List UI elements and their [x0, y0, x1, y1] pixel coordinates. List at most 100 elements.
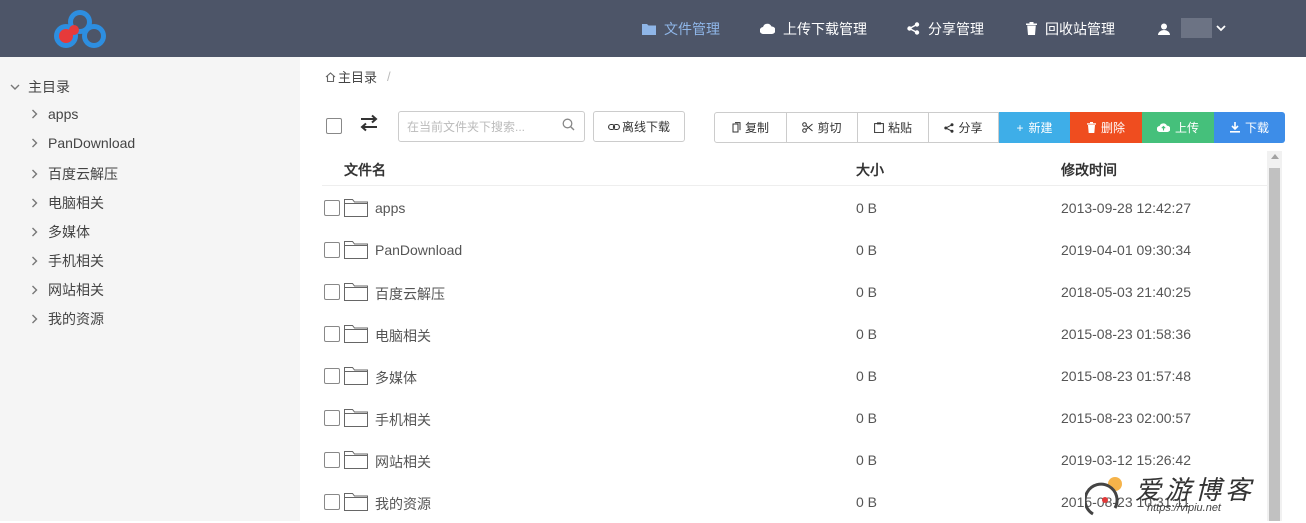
table-row[interactable]: PanDownload 0 B 2019-04-01 09:30:34 [322, 229, 1267, 271]
file-modified-time: 2015-08-23 02:00:57 [1061, 410, 1191, 426]
chevron-right-icon [32, 256, 38, 266]
share-button[interactable]: 分享 [928, 112, 999, 143]
file-name[interactable]: 多媒体 [375, 368, 417, 388]
table-row[interactable]: 手机相关 0 B 2015-08-23 02:00:57 [322, 397, 1267, 439]
delete-label: 删除 [1100, 121, 1125, 135]
folder-icon [344, 325, 368, 343]
tree-root-label: 主目录 [28, 79, 70, 95]
clipboard-icon [874, 122, 884, 133]
folder-icon [344, 409, 368, 427]
row-checkbox[interactable] [324, 368, 340, 384]
file-name[interactable]: 网站相关 [375, 452, 431, 472]
app-logo[interactable] [50, 6, 110, 52]
paste-button[interactable]: 粘贴 [857, 112, 929, 143]
tree-item[interactable]: apps [30, 106, 78, 122]
folder-icon [344, 493, 368, 511]
file-name[interactable]: 我的资源 [375, 494, 431, 514]
file-modified-time: 2015-08-23 01:58:36 [1061, 326, 1191, 342]
row-checkbox[interactable] [324, 242, 340, 258]
row-checkbox[interactable] [324, 326, 340, 342]
nav-label: 回收站管理 [1045, 20, 1115, 37]
file-name[interactable]: 百度云解压 [375, 284, 445, 304]
scroll-up-arrow-icon[interactable] [1271, 154, 1279, 159]
table-row[interactable]: apps 0 B 2013-09-28 12:42:27 [322, 187, 1267, 229]
column-header-size[interactable]: 大小 [856, 160, 884, 180]
tree-item[interactable]: 多媒体 [30, 222, 90, 242]
tree-item-label: 百度云解压 [48, 166, 118, 182]
tree-item[interactable]: 网站相关 [30, 280, 104, 300]
row-checkbox[interactable] [324, 494, 340, 510]
table-row[interactable]: 电脑相关 0 B 2015-08-23 01:58:36 [322, 313, 1267, 355]
share-icon [907, 22, 920, 35]
file-size: 0 B [856, 200, 878, 216]
offline-download-label: 离线下载 [621, 120, 670, 134]
column-header-name[interactable]: 文件名 [344, 160, 386, 180]
avatar[interactable] [1181, 18, 1212, 38]
chevron-right-icon [32, 285, 38, 295]
file-name[interactable]: apps [375, 200, 405, 216]
new-button[interactable]: + 新建 [999, 112, 1070, 143]
column-header-time[interactable]: 修改时间 [1061, 160, 1117, 180]
paste-label: 粘贴 [887, 121, 912, 135]
folder-icon [344, 283, 368, 301]
table-row[interactable]: 百度云解压 0 B 2018-05-03 21:40:25 [322, 271, 1267, 313]
nav-recycle-bin[interactable]: 回收站管理 [1026, 0, 1115, 57]
chevron-right-icon [32, 138, 38, 148]
file-name[interactable]: PanDownload [375, 242, 462, 258]
action-button-group: 复制 剪切 粘贴 分享 + 新建 删除 上传 下载 [714, 112, 1285, 143]
folder-icon [344, 241, 368, 259]
breadcrumb-separator: / [387, 69, 391, 84]
tree-item[interactable]: PanDownload [30, 135, 135, 151]
row-checkbox[interactable] [324, 410, 340, 426]
copy-button[interactable]: 复制 [714, 112, 787, 143]
cut-button[interactable]: 剪切 [786, 112, 858, 143]
share-label: 分享 [958, 121, 983, 135]
file-name[interactable]: 电脑相关 [375, 326, 431, 346]
chevron-down-icon [1216, 25, 1226, 32]
search-icon[interactable] [562, 118, 575, 131]
breadcrumb-home[interactable]: 主目录 [338, 67, 377, 86]
user-menu-caret[interactable] [1216, 0, 1226, 57]
tree-item[interactable]: 百度云解压 [30, 164, 118, 184]
table-row[interactable]: 多媒体 0 B 2015-08-23 01:57:48 [322, 355, 1267, 397]
upload-label: 上传 [1174, 121, 1199, 135]
upload-button[interactable]: 上传 [1142, 112, 1214, 143]
delete-button[interactable]: 删除 [1070, 112, 1142, 143]
select-all-checkbox[interactable] [326, 118, 342, 134]
nav-share-manager[interactable]: 分享管理 [907, 0, 984, 57]
tree-item[interactable]: 手机相关 [30, 251, 104, 271]
row-checkbox[interactable] [324, 284, 340, 300]
plus-icon: + [1016, 120, 1024, 135]
nav-file-manager[interactable]: 文件管理 [642, 0, 720, 57]
file-modified-time: 2013-09-28 12:42:27 [1061, 200, 1191, 216]
row-checkbox[interactable] [324, 200, 340, 216]
file-modified-time: 2018-05-03 21:40:25 [1061, 284, 1191, 300]
sidebar: 主目录 apps PanDownload 百度云解压 电脑相关 多媒体 手机相关… [0, 57, 300, 521]
file-size: 0 B [856, 284, 878, 300]
link-icon [608, 123, 620, 130]
vertical-scrollbar[interactable] [1267, 151, 1282, 521]
share-icon [944, 122, 954, 133]
offline-download-button[interactable]: 离线下载 [593, 111, 685, 142]
tree-item-label: 网站相关 [48, 282, 104, 298]
user-menu[interactable] [1158, 0, 1170, 57]
folder-icon [642, 23, 656, 35]
download-button[interactable]: 下载 [1214, 112, 1285, 143]
breadcrumb: 主目录 / [325, 67, 391, 86]
tree-root[interactable]: 主目录 [10, 77, 70, 97]
file-modified-time: 2019-04-01 09:30:34 [1061, 242, 1191, 258]
chevron-right-icon [32, 198, 38, 208]
swap-icon[interactable] [358, 114, 380, 132]
search-input[interactable] [399, 112, 549, 141]
tree-item[interactable]: 电脑相关 [30, 193, 104, 213]
file-modified-time: 2019-03-12 15:26:42 [1061, 452, 1191, 468]
nav-label: 上传下载管理 [783, 20, 867, 37]
download-icon [1229, 122, 1240, 133]
nav-transfer-manager[interactable]: 上传下载管理 [760, 0, 867, 57]
row-checkbox[interactable] [324, 452, 340, 468]
folder-icon [344, 199, 368, 217]
tree-item[interactable]: 我的资源 [30, 309, 104, 329]
scrollbar-thumb[interactable] [1269, 168, 1280, 521]
file-size: 0 B [856, 242, 878, 258]
file-name[interactable]: 手机相关 [375, 410, 431, 430]
